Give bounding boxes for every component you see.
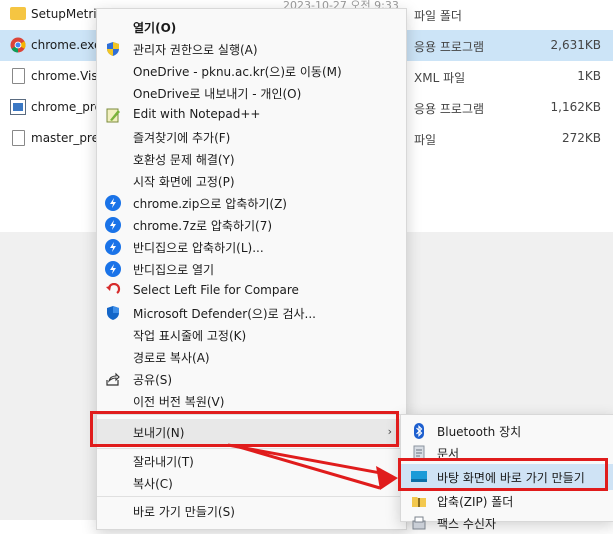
- bluetooth-icon: [411, 423, 427, 439]
- defender-icon: [105, 305, 121, 321]
- menu-item-label: Select Left File for Compare: [133, 283, 299, 297]
- submenu-item-zip-folder[interactable]: 압축(ZIP) 폴더: [401, 490, 613, 512]
- file-icon: [12, 130, 25, 146]
- share-icon: [105, 371, 121, 387]
- menu-item-onedrive-export[interactable]: OneDrive로 내보내기 - 개인(O): [97, 82, 406, 104]
- menu-item-defender-scan[interactable]: Microsoft Defender(으)로 검사...: [97, 302, 406, 324]
- file-type: 파일: [414, 133, 437, 147]
- menu-item-label: OneDrive - pknu.ac.kr(으)로 이동(M): [133, 65, 342, 79]
- menu-item-zip-compress[interactable]: chrome.zip으로 압축하기(Z): [97, 192, 406, 214]
- menu-item-add-favorites[interactable]: 즐겨찾기에 추가(F): [97, 126, 406, 148]
- menu-item-bandizip-open[interactable]: 반디집으로 열기: [97, 258, 406, 280]
- menu-item-restore-previous[interactable]: 이전 버전 복원(V): [97, 390, 406, 412]
- annotation-box-desktop-shortcut: [398, 458, 608, 491]
- submenu-item-label: 압축(ZIP) 폴더: [437, 495, 514, 509]
- file-type: XML 파일: [414, 71, 466, 85]
- menu-item-label: 바로 가기 만들기(S): [133, 505, 235, 519]
- menu-item-label: 즐겨찾기에 추가(F): [133, 131, 231, 145]
- menu-item-label: chrome.zip으로 압축하기(Z): [133, 197, 287, 211]
- menu-item-label: 열기(O): [133, 21, 177, 35]
- menu-item-copy[interactable]: 복사(C): [97, 472, 406, 494]
- submenu-item-fax[interactable]: 팩스 수신자: [401, 512, 613, 534]
- menu-item-label: 관리자 권한으로 실행(A): [133, 43, 258, 57]
- folder-icon: [10, 7, 26, 20]
- file-size: 2,631KB: [550, 38, 601, 52]
- menu-separator: [97, 448, 406, 449]
- menu-item-label: 반디집으로 압축하기(L)...: [133, 241, 264, 255]
- file-type: 응용 프로그램: [414, 40, 485, 54]
- menu-item-label: Microsoft Defender(으)로 검사...: [133, 307, 316, 321]
- uac-shield-icon: [105, 41, 121, 57]
- menu-item-select-left-compare[interactable]: Select Left File for Compare: [97, 280, 406, 302]
- menu-item-pin-taskbar[interactable]: 작업 표시줄에 고정(K): [97, 324, 406, 346]
- menu-item-label: 호환성 문제 해결(Y): [133, 153, 235, 167]
- menu-item-pin-start[interactable]: 시작 화면에 고정(P): [97, 170, 406, 192]
- xml-file-icon: [12, 68, 25, 84]
- menu-item-cut[interactable]: 잘라내기(T): [97, 450, 406, 472]
- menu-item-label: chrome.7z로 압축하기(7): [133, 219, 273, 233]
- menu-item-label: 반디집으로 열기: [133, 263, 215, 277]
- context-menu: 열기(O) 관리자 권한으로 실행(A) OneDrive - pknu.ac.…: [96, 8, 407, 530]
- bandizip-icon: [105, 239, 121, 255]
- chrome-icon: [10, 37, 26, 53]
- menu-item-bandizip-compress[interactable]: 반디집으로 압축하기(L)...: [97, 236, 406, 258]
- menu-item-onedrive-move[interactable]: OneDrive - pknu.ac.kr(으)로 이동(M): [97, 60, 406, 82]
- menu-item-run-as-admin[interactable]: 관리자 권한으로 실행(A): [97, 38, 406, 60]
- file-size: 1,162KB: [550, 100, 601, 114]
- bandizip-icon: [105, 217, 121, 233]
- submenu-item-label: 팩스 수신자: [437, 517, 497, 531]
- menu-item-open[interactable]: 열기(O): [97, 16, 406, 38]
- menu-item-troubleshoot-compat[interactable]: 호환성 문제 해결(Y): [97, 148, 406, 170]
- menu-item-label: 이전 버전 복원(V): [133, 395, 225, 409]
- file-name: chrome.exe: [31, 38, 102, 52]
- menu-item-label: 복사(C): [133, 477, 173, 491]
- bandizip-icon: [105, 195, 121, 211]
- annotation-box-send-to: [90, 411, 399, 447]
- submenu-item-label: Bluetooth 장치: [437, 425, 522, 439]
- menu-separator: [97, 496, 406, 497]
- notepadpp-icon: [105, 107, 121, 123]
- menu-item-create-shortcut[interactable]: 바로 가기 만들기(S): [97, 500, 406, 522]
- bandizip-icon: [105, 261, 121, 277]
- fax-icon: [411, 515, 427, 531]
- file-size: 272KB: [561, 131, 601, 145]
- menu-item-label: 잘라내기(T): [133, 455, 194, 469]
- file-type: 파일 폴더: [414, 9, 462, 23]
- file-size: 1KB: [577, 69, 601, 83]
- menu-item-label: 공유(S): [133, 373, 173, 387]
- menu-item-label: OneDrive로 내보내기 - 개인(O): [133, 87, 302, 101]
- zip-folder-icon: [411, 493, 427, 509]
- compare-icon: [105, 282, 121, 299]
- menu-item-label: Edit with Notepad++: [133, 107, 261, 121]
- menu-item-share[interactable]: 공유(S): [97, 368, 406, 390]
- menu-item-label: 경로로 복사(A): [133, 351, 210, 365]
- submenu-item-bluetooth[interactable]: Bluetooth 장치: [401, 420, 613, 442]
- menu-item-label: 시작 화면에 고정(P): [133, 175, 235, 189]
- menu-item-copy-path[interactable]: 경로로 복사(A): [97, 346, 406, 368]
- menu-item-7z-compress[interactable]: chrome.7z로 압축하기(7): [97, 214, 406, 236]
- file-type: 응용 프로그램: [414, 102, 485, 116]
- menu-item-label: 작업 표시줄에 고정(K): [133, 329, 247, 343]
- menu-item-notepadpp[interactable]: Edit with Notepad++: [97, 104, 406, 126]
- app-icon: [10, 99, 26, 115]
